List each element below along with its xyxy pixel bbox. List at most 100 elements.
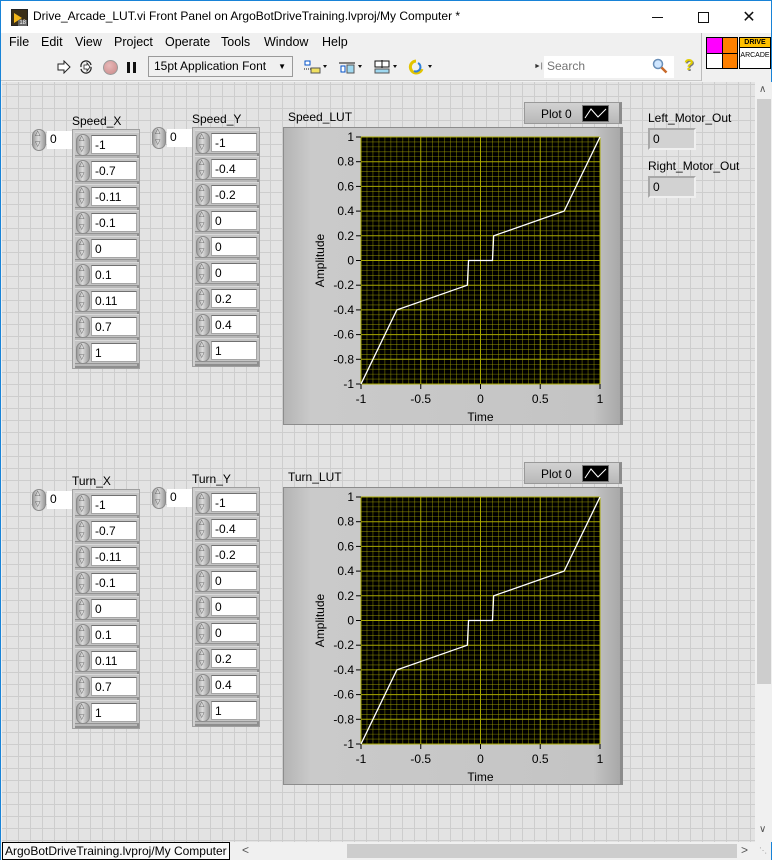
array-element-value[interactable]: -0.11 xyxy=(91,187,137,206)
vi-icon[interactable]: DRIVE ARCADE xyxy=(739,37,771,69)
menu-window[interactable]: Window xyxy=(264,35,308,49)
distribute-objects-button[interactable] xyxy=(338,58,364,76)
scroll-down-icon[interactable]: ∨ xyxy=(759,824,766,835)
search-input[interactable] xyxy=(547,59,647,73)
minimize-button[interactable] xyxy=(634,1,680,33)
scroll-up-icon[interactable]: ∧ xyxy=(759,84,766,95)
element-spinner[interactable] xyxy=(76,650,90,672)
turn-lut-graph[interactable]: -1 -0.8 -0.6 -0.4 -0.2 0 0.2 0.4 0.6 0.8 1 -1 -0.5 0 0… xyxy=(283,487,623,785)
plot-line-icon[interactable] xyxy=(582,105,609,122)
element-spinner[interactable] xyxy=(76,290,90,312)
speed-x-index-value[interactable]: 0 xyxy=(47,131,73,149)
array-element-value[interactable]: 0.4 xyxy=(211,675,257,694)
array-element-value[interactable]: -0.7 xyxy=(91,521,137,540)
turn-y-index-value[interactable]: 0 xyxy=(167,489,193,507)
element-spinner[interactable] xyxy=(196,674,210,696)
array-element-value[interactable]: -0.7 xyxy=(91,161,137,180)
element-spinner[interactable] xyxy=(196,210,210,232)
vertical-scrollbar[interactable]: ∧ ∨ xyxy=(756,82,772,842)
index-spinner[interactable] xyxy=(32,489,46,511)
array-element-value[interactable]: -1 xyxy=(211,493,257,512)
scroll-right-icon[interactable]: > xyxy=(741,843,748,857)
array-element-value[interactable]: -0.1 xyxy=(91,573,137,592)
array-element-value[interactable]: 0.7 xyxy=(91,677,137,696)
search-box[interactable] xyxy=(544,56,674,78)
array-element-value[interactable]: -0.1 xyxy=(91,213,137,232)
array-element-value[interactable]: 0 xyxy=(91,599,137,618)
array-element-value[interactable]: -0.2 xyxy=(211,185,257,204)
search-expand-icon[interactable]: ►| xyxy=(534,63,543,70)
speed-x-index[interactable]: 0 xyxy=(32,129,76,151)
legend-plot-name[interactable]: Plot 0 xyxy=(541,467,572,481)
turn-x-index[interactable]: 0 xyxy=(32,489,76,511)
array-element-value[interactable]: -1 xyxy=(91,495,137,514)
turn-x-index-value[interactable]: 0 xyxy=(47,491,73,509)
font-select[interactable]: 15pt Application Font ▼ xyxy=(148,56,293,77)
speed-lut-chart[interactable]: -1 -0.8 -0.6 -0.4 -0.2 0 0.2 0.4 0.6 0.8 1 -1 -0.5 0 0… xyxy=(284,128,620,424)
array-element-value[interactable]: 1 xyxy=(211,341,257,360)
array-element-value[interactable]: -0.4 xyxy=(211,159,257,178)
array-element-value[interactable]: 0.1 xyxy=(91,625,137,644)
array-element-value[interactable]: 0.7 xyxy=(91,317,137,336)
element-spinner[interactable] xyxy=(76,494,90,516)
element-spinner[interactable] xyxy=(76,186,90,208)
element-spinner[interactable] xyxy=(76,342,90,364)
close-button[interactable]: ✕ xyxy=(726,1,772,33)
horizontal-scrollbar[interactable]: < > xyxy=(237,842,755,860)
element-spinner[interactable] xyxy=(196,132,210,154)
array-element-value[interactable]: 1 xyxy=(91,343,137,362)
element-spinner[interactable] xyxy=(196,314,210,336)
element-spinner[interactable] xyxy=(76,264,90,286)
element-spinner[interactable] xyxy=(76,624,90,646)
legend-plot-name[interactable]: Plot 0 xyxy=(541,107,572,121)
array-element-value[interactable]: 1 xyxy=(91,703,137,722)
array-element-value[interactable]: 0 xyxy=(211,597,257,616)
element-spinner[interactable] xyxy=(196,184,210,206)
vertical-scroll-thumb[interactable] xyxy=(757,99,771,684)
array-element-value[interactable]: 1 xyxy=(211,701,257,720)
element-spinner[interactable] xyxy=(196,648,210,670)
reorder-button[interactable] xyxy=(408,58,434,76)
element-spinner[interactable] xyxy=(76,134,90,156)
element-spinner[interactable] xyxy=(76,212,90,234)
connector-pane-icon[interactable] xyxy=(706,37,738,69)
index-spinner[interactable] xyxy=(152,487,166,509)
element-spinner[interactable] xyxy=(196,492,210,514)
array-element-value[interactable]: 0.11 xyxy=(91,651,137,670)
magnifier-icon[interactable] xyxy=(652,58,668,74)
turn-y-index[interactable]: 0 xyxy=(152,487,196,509)
element-spinner[interactable] xyxy=(76,238,90,260)
element-spinner[interactable] xyxy=(196,340,210,362)
resize-objects-button[interactable] xyxy=(373,58,399,76)
index-spinner[interactable] xyxy=(152,127,166,149)
maximize-button[interactable] xyxy=(680,1,726,33)
element-spinner[interactable] xyxy=(76,160,90,182)
pause-button[interactable] xyxy=(124,58,138,76)
array-element-value[interactable]: -1 xyxy=(211,133,257,152)
element-spinner[interactable] xyxy=(196,288,210,310)
element-spinner[interactable] xyxy=(196,518,210,540)
element-spinner[interactable] xyxy=(196,700,210,722)
run-continuously-button[interactable] xyxy=(77,58,95,76)
element-spinner[interactable] xyxy=(196,236,210,258)
align-objects-button[interactable] xyxy=(303,58,329,76)
speed-y-index[interactable]: 0 xyxy=(152,127,196,149)
element-spinner[interactable] xyxy=(76,598,90,620)
menu-help[interactable]: Help xyxy=(322,35,348,49)
element-spinner[interactable] xyxy=(76,520,90,542)
turn-lut-legend[interactable]: Plot 0 xyxy=(524,462,622,484)
array-element-value[interactable]: -1 xyxy=(91,135,137,154)
turn-lut-chart[interactable]: -1 -0.8 -0.6 -0.4 -0.2 0 0.2 0.4 0.6 0.8 1 -1 -0.5 0 0… xyxy=(284,488,620,784)
element-spinner[interactable] xyxy=(196,544,210,566)
scroll-left-icon[interactable]: < xyxy=(242,843,249,857)
array-element-value[interactable]: 0 xyxy=(211,623,257,642)
element-spinner[interactable] xyxy=(196,570,210,592)
index-spinner[interactable] xyxy=(32,129,46,151)
array-element-value[interactable]: 0.1 xyxy=(91,265,137,284)
context-help-icon[interactable]: ? xyxy=(684,57,694,75)
menu-view[interactable]: View xyxy=(75,35,102,49)
array-element-value[interactable]: 0 xyxy=(211,237,257,256)
element-spinner[interactable] xyxy=(76,572,90,594)
run-button[interactable] xyxy=(56,58,72,76)
element-spinner[interactable] xyxy=(196,158,210,180)
